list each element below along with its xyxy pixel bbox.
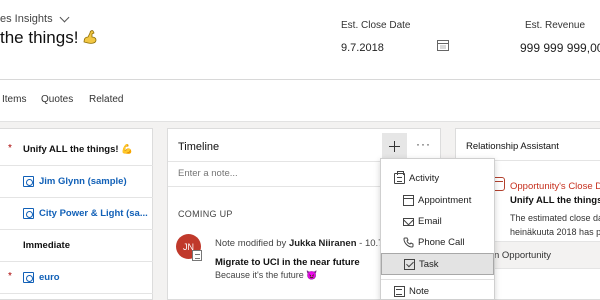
entry-author[interactable]: Jukka Niiranen [289, 238, 357, 249]
add-activity-menu: Activity Appointment Email Phone Call Ta… [380, 158, 495, 300]
field-row-timeframe[interactable]: Immediate [0, 230, 153, 262]
activity-icon [394, 171, 405, 184]
calendar-icon[interactable] [437, 40, 449, 51]
field-row-topic[interactable]: * Unify ALL the things! 💪 [0, 134, 153, 166]
currency-icon [23, 272, 34, 283]
assistant-title: Relationship Assistant [466, 141, 559, 152]
coming-up-header[interactable]: COMING UP [178, 209, 233, 219]
menu-item-label: Email [418, 216, 442, 227]
timeframe-value[interactable]: Immediate [23, 240, 149, 251]
menu-separator [381, 279, 494, 280]
menu-item-phone-call[interactable]: Phone Call [381, 232, 494, 254]
menu-item-label: Appointment [418, 195, 472, 206]
field-row-currency[interactable]: * euro [0, 262, 153, 294]
plus-icon-vertical [394, 141, 395, 152]
close-date-value[interactable]: 9.7.2018 [341, 42, 384, 54]
menu-item-label: Task [419, 259, 439, 270]
account-icon [23, 208, 34, 219]
menu-item-label: Phone Call [418, 237, 465, 248]
menu-item-note[interactable]: Note [381, 281, 494, 300]
assistant-card-subject[interactable]: Unify ALL the things! 💪 [510, 195, 600, 206]
account-link[interactable]: City Power & Light (sa... [39, 208, 149, 219]
chevron-down-icon [59, 12, 70, 22]
close-date-label: Est. Close Date [341, 20, 411, 31]
assistant-card-heading: Opportunity's Close Da [510, 181, 600, 192]
field-row-account[interactable]: City Power & Light (sa... [0, 198, 153, 230]
menu-item-task[interactable]: Task [381, 253, 494, 275]
record-title: the things! [0, 28, 98, 48]
required-asterisk: * [8, 143, 12, 154]
note-icon [192, 250, 202, 261]
menu-item-appointment[interactable]: Appointment [381, 190, 494, 212]
menu-item-label: Note [409, 286, 430, 297]
tab-quotes[interactable]: Quotes [41, 94, 73, 105]
summary-card: * Unify ALL the things! 💪 Jim Glynn (sam… [0, 128, 153, 300]
tab-related[interactable]: Related [89, 94, 123, 105]
timeline-entry-body: Because it's the future 😈 [215, 270, 318, 280]
field-row-contact[interactable]: Jim Glynn (sample) [0, 166, 153, 198]
currency-link[interactable]: euro [39, 272, 149, 283]
contact-link[interactable]: Jim Glynn (sample) [39, 176, 149, 187]
phone-icon [403, 237, 414, 248]
required-asterisk: * [8, 271, 12, 282]
topic-value[interactable]: Unify ALL the things! 💪 [23, 144, 149, 155]
tab-strip: Items Quotes Related [0, 80, 600, 121]
appointment-icon [403, 195, 414, 206]
task-icon [404, 259, 415, 270]
menu-item-email[interactable]: Email [381, 211, 494, 233]
form-selector-label: es Insights [0, 13, 53, 25]
contact-icon [23, 176, 34, 187]
more-options-button[interactable]: ··· [416, 137, 431, 151]
record-header: es Insights the things! Est. Close Date … [0, 0, 600, 80]
flexed-biceps-icon [84, 30, 97, 44]
entry-action: Note modified by [215, 238, 289, 249]
menu-item-label: Activity [409, 173, 440, 184]
add-activity-button[interactable] [382, 133, 407, 160]
est-revenue-label: Est. Revenue [525, 20, 586, 31]
assistant-card-body: The estimated close da [510, 213, 600, 223]
assistant-card-body-2: heinäkuuta 2018 has p [510, 227, 600, 237]
email-icon [403, 218, 414, 226]
tab-items[interactable]: Items [2, 94, 26, 105]
note-input[interactable] [178, 168, 368, 179]
est-revenue-value[interactable]: 999 999 999,00 [520, 41, 600, 55]
assistant-footer-label: n Opportunity [494, 250, 552, 261]
timeline-entry-subject[interactable]: Migrate to UCI in the near future [215, 257, 360, 268]
timeline-entry-meta: Note modified by Jukka Niiranen - 10.7.2 [215, 238, 391, 249]
form-selector[interactable]: es Insights [0, 12, 70, 25]
timeline-title: Timeline [178, 141, 220, 153]
record-title-text: the things! [0, 28, 79, 47]
menu-item-activity[interactable]: Activity [381, 168, 494, 190]
note-icon [394, 286, 405, 297]
